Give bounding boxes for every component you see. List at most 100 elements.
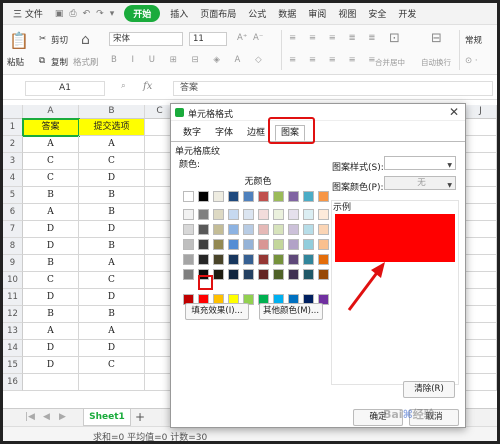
table-cell[interactable]: C — [79, 272, 145, 289]
table-cell[interactable]: C — [23, 153, 79, 170]
table-cell[interactable]: D — [23, 340, 79, 357]
cut-button[interactable]: 剪切 — [51, 34, 68, 46]
table-cell[interactable] — [465, 306, 497, 323]
color-swatch[interactable] — [228, 254, 239, 265]
align-top-icons[interactable]: ≡ ≡ ≡ ≣ ≣ — [289, 33, 380, 43]
color-swatch[interactable] — [318, 269, 329, 280]
print-icon[interactable]: ⎙ — [69, 9, 76, 19]
table-cell[interactable] — [465, 323, 497, 340]
table-cell[interactable] — [79, 374, 145, 391]
fx-icon[interactable]: fx — [143, 81, 152, 92]
color-swatch[interactable] — [318, 239, 329, 250]
table-cell[interactable]: D — [79, 170, 145, 187]
color-swatch[interactable] — [303, 191, 314, 202]
row-header[interactable]: 13 — [3, 323, 23, 340]
scissors-icon[interactable]: ✂ — [39, 34, 46, 44]
color-swatch[interactable] — [303, 209, 314, 220]
menu-page-layout[interactable]: 页面布局 — [194, 7, 242, 20]
table-cell[interactable] — [465, 272, 497, 289]
tab-number[interactable]: 数字 — [177, 125, 207, 141]
table-cell[interactable]: B — [79, 306, 145, 323]
menu-start[interactable]: 开始 — [124, 5, 161, 22]
color-swatch[interactable] — [243, 191, 254, 202]
color-swatch[interactable] — [198, 191, 209, 202]
color-swatch[interactable] — [243, 224, 254, 235]
color-swatch[interactable] — [318, 209, 329, 220]
color-swatch[interactable] — [288, 191, 299, 202]
table-cell[interactable] — [465, 136, 497, 153]
color-swatch[interactable] — [303, 254, 314, 265]
color-swatch[interactable] — [303, 224, 314, 235]
menu-developer[interactable]: 开发 — [392, 7, 422, 20]
column-header-a[interactable]: A — [23, 105, 79, 119]
color-swatch[interactable] — [273, 269, 284, 280]
format-painter-icon[interactable]: ⌂ — [81, 32, 90, 48]
column-header-b[interactable]: B — [79, 105, 145, 119]
more-colors-button[interactable]: 其他颜色(M)... — [259, 303, 323, 320]
table-cell[interactable]: B — [23, 187, 79, 204]
undo-icon[interactable]: ↶ — [83, 9, 91, 19]
color-swatch[interactable] — [273, 239, 284, 250]
color-swatch[interactable] — [243, 239, 254, 250]
color-swatch[interactable] — [303, 239, 314, 250]
table-cell[interactable]: B — [23, 255, 79, 272]
name-box[interactable]: A1 — [25, 81, 105, 96]
color-swatch[interactable] — [243, 209, 254, 220]
table-cell[interactable] — [23, 374, 79, 391]
first-sheet-icon[interactable]: |◀ — [25, 412, 35, 422]
table-cell[interactable] — [465, 221, 497, 238]
font-shrink-icon[interactable]: A⁻ — [253, 33, 263, 43]
clear-button[interactable]: 清除(R) — [403, 381, 455, 398]
row-header[interactable]: 14 — [3, 340, 23, 357]
menu-security[interactable]: 安全 — [362, 7, 392, 20]
table-cell[interactable] — [465, 187, 497, 204]
zoom-icon[interactable]: ⌕ — [121, 81, 126, 91]
row-header[interactable]: 4 — [3, 170, 23, 187]
dropdown-icon[interactable]: ▾ — [110, 9, 115, 19]
table-cell[interactable] — [465, 340, 497, 357]
table-cell[interactable]: D — [79, 289, 145, 306]
table-cell[interactable]: C — [79, 153, 145, 170]
table-cell[interactable] — [465, 238, 497, 255]
color-swatch[interactable] — [288, 269, 299, 280]
paste-icon[interactable]: 📋 — [9, 31, 29, 50]
color-swatch[interactable] — [258, 239, 269, 250]
color-swatch[interactable] — [243, 254, 254, 265]
font-style-icons[interactable]: B I U ⊞ ⊟ ◈ A ◇ — [111, 55, 268, 65]
fill-effect-button[interactable]: 填充效果(I)... — [185, 303, 249, 320]
wrap-icon[interactable]: ⊟ — [431, 31, 442, 46]
color-swatch[interactable] — [213, 191, 224, 202]
table-cell[interactable]: C — [23, 170, 79, 187]
merge-center-button[interactable]: 合并居中 — [375, 57, 405, 68]
table-cell[interactable]: D — [23, 221, 79, 238]
color-swatch[interactable] — [228, 224, 239, 235]
color-swatch[interactable] — [183, 191, 194, 202]
menu-file[interactable]: 三 文件 — [7, 7, 49, 20]
table-cell[interactable]: D — [23, 238, 79, 255]
color-swatch[interactable] — [198, 209, 209, 220]
row-header[interactable]: 15 — [3, 357, 23, 374]
table-cell[interactable] — [465, 119, 497, 136]
menu-data[interactable]: 数据 — [272, 7, 302, 20]
color-swatch[interactable] — [273, 224, 284, 235]
color-swatch[interactable] — [198, 254, 209, 265]
color-swatch[interactable] — [258, 269, 269, 280]
pattern-style-select[interactable]: ▼ — [384, 156, 456, 170]
sheet-tab-sheet1[interactable]: Sheet1 — [83, 409, 131, 426]
table-cell[interactable]: A — [79, 255, 145, 272]
row-header[interactable]: 9 — [3, 255, 23, 272]
number-format-select[interactable]: 常规 — [465, 34, 482, 46]
color-swatch[interactable] — [258, 191, 269, 202]
table-cell[interactable]: A — [79, 323, 145, 340]
color-swatch[interactable] — [183, 269, 194, 280]
table-cell[interactable]: 提交选项 — [79, 119, 145, 136]
color-swatch[interactable] — [318, 224, 329, 235]
next-sheet-icon[interactable]: ▶ — [59, 412, 66, 422]
row-header[interactable]: 5 — [3, 187, 23, 204]
row-header[interactable]: 16 — [3, 374, 23, 391]
color-swatch[interactable] — [318, 254, 329, 265]
row-header[interactable]: 3 — [3, 153, 23, 170]
row-header[interactable]: 11 — [3, 289, 23, 306]
table-cell[interactable]: D — [23, 357, 79, 374]
table-cell[interactable]: D — [23, 289, 79, 306]
